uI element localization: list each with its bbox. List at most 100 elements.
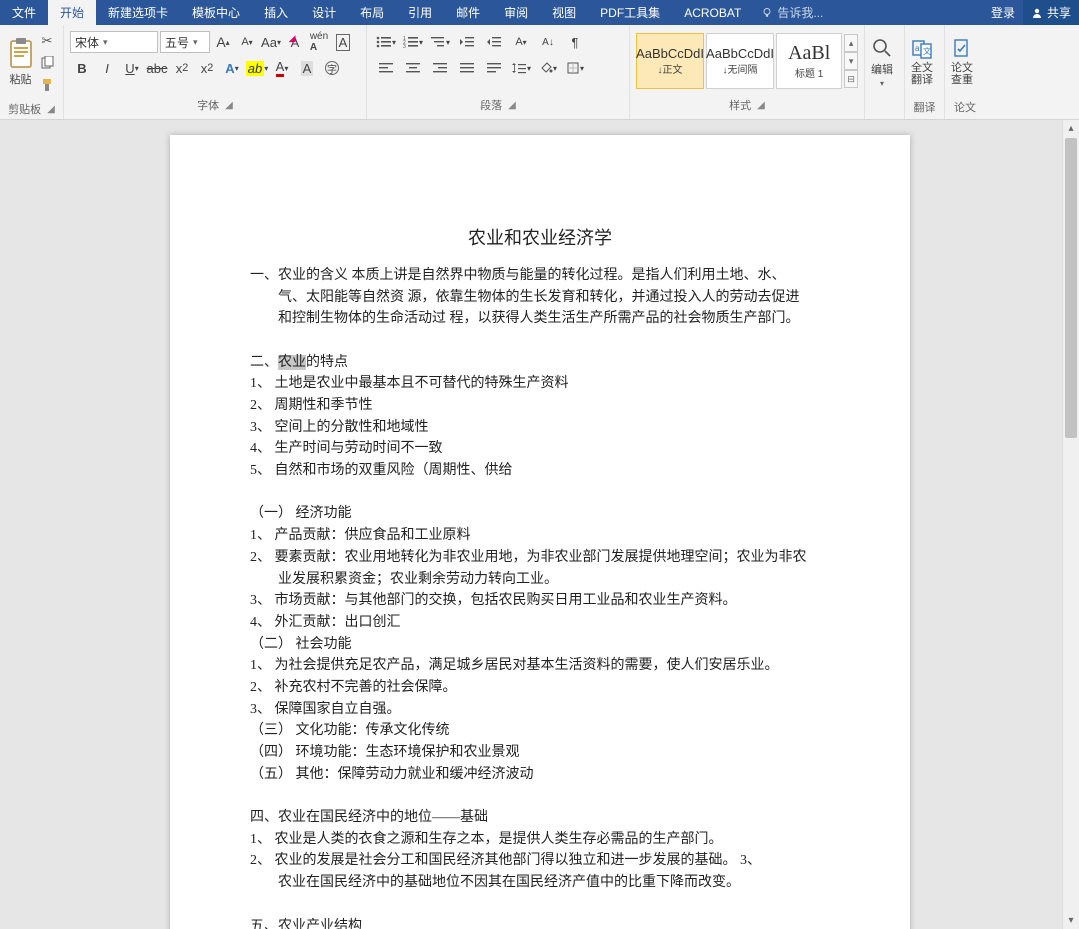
text-direction-button[interactable]: A▾ (508, 31, 534, 53)
superscript-button[interactable]: x2 (195, 57, 219, 79)
outdent-icon (459, 35, 475, 49)
font-size-combo[interactable]: 五号▾ (160, 31, 210, 53)
align-justify-button[interactable] (454, 57, 480, 79)
share-label: 共享 (1047, 4, 1071, 21)
char-shading-button[interactable]: A (295, 57, 319, 79)
clear-format-button[interactable]: A◢ (284, 31, 306, 53)
sort-button[interactable]: A↓ (535, 31, 561, 53)
scroll-thumb[interactable] (1065, 138, 1077, 438)
tell-me-search[interactable]: 告诉我... (753, 4, 831, 21)
numbering-button[interactable]: 123▾ (400, 31, 426, 53)
italic-button[interactable]: I (95, 57, 119, 79)
strike-button[interactable]: abc (145, 57, 169, 79)
font-name-combo[interactable]: 宋体▾ (70, 31, 158, 53)
align-right-button[interactable] (427, 57, 453, 79)
shrink-font-button[interactable]: A▾ (236, 31, 258, 53)
style-heading1[interactable]: AaBl 标题 1 (776, 33, 842, 89)
vertical-scrollbar[interactable]: ▴ ▾ (1062, 120, 1079, 929)
bullets-button[interactable]: ▾ (373, 31, 399, 53)
translate-btn-label: 全文 翻译 (911, 62, 933, 86)
doc-line: 4、 生产时间与劳动时间不一致 (250, 438, 830, 460)
share-button[interactable]: 共享 (1023, 0, 1079, 25)
tab-newtab[interactable]: 新建选项卡 (96, 0, 180, 25)
styles-expand-corner[interactable]: ◢ (757, 100, 765, 111)
doc-line: 四、农业在国民经济中的地位——基础 (250, 807, 830, 829)
menu-tabbar: 文件 开始 新建选项卡 模板中心 插入 设计 布局 引用 邮件 审阅 视图 PD… (0, 0, 1079, 25)
tab-layout[interactable]: 布局 (348, 0, 396, 25)
tab-references[interactable]: 引用 (396, 0, 444, 25)
doc-line: 1、 农业是人类的衣食之源和生存之本，是提供人类生存必需品的生产部门。 (250, 829, 830, 851)
copy-button[interactable] (37, 53, 57, 73)
style-name: ↓无间隔 (723, 61, 758, 76)
document-area[interactable]: 农业和农业经济学 一、农业的含义 本质上讲是自然界中物质与能量的转化过程。是指人… (0, 120, 1079, 929)
tab-design[interactable]: 设计 (300, 0, 348, 25)
styles-row-up[interactable]: ▴ (844, 34, 858, 52)
align-left-button[interactable] (373, 57, 399, 79)
scroll-up-button[interactable]: ▴ (1063, 120, 1079, 137)
font-expand[interactable]: ◢ (225, 100, 233, 111)
doc-line: 3、 市场贡献：与其他部门的交换，包括农民购买日用工业品和农业生产资料。 (250, 590, 830, 612)
styles-expand[interactable]: ⊟ (844, 70, 858, 88)
cut-button[interactable]: ✂ (37, 31, 57, 51)
indent-decrease-button[interactable] (454, 31, 480, 53)
clipboard-expand[interactable]: ◢ (47, 104, 55, 115)
phonetic-guide-button[interactable]: wénA (308, 31, 330, 53)
tab-acrobat[interactable]: ACROBAT (672, 0, 753, 25)
tab-view[interactable]: 视图 (540, 0, 588, 25)
indent-icon (486, 35, 502, 49)
borders-button[interactable]: ▾ (562, 57, 588, 79)
login-button[interactable]: 登录 (983, 0, 1023, 25)
tab-mail[interactable]: 邮件 (444, 0, 492, 25)
scroll-down-button[interactable]: ▾ (1063, 912, 1079, 929)
doc-line: 4、 外汇贡献：出口创汇 (250, 612, 830, 634)
shading-button[interactable]: ▾ (535, 57, 561, 79)
font-size-value: 五号 (165, 34, 189, 51)
multilevel-button[interactable]: ▾ (427, 31, 453, 53)
tab-insert[interactable]: 插入 (252, 0, 300, 25)
page[interactable]: 农业和农业经济学 一、农业的含义 本质上讲是自然界中物质与能量的转化过程。是指人… (170, 135, 910, 929)
char-border-button[interactable]: A (332, 31, 354, 53)
underline-button[interactable]: U▾ (120, 57, 144, 79)
thesis-check-button[interactable]: 论文 查重 (951, 31, 973, 93)
paragraph-expand[interactable]: ◢ (508, 100, 516, 111)
indent-increase-button[interactable] (481, 31, 507, 53)
doc-line: 1、 为社会提供充足农产品，满足城乡居民对基本生活资料的需要，使人们安居乐业。 (250, 655, 830, 677)
change-case-button[interactable]: Aa▾ (260, 31, 282, 53)
style-normal[interactable]: AaBbCcDdI ↓正文 (636, 33, 704, 89)
tab-templates[interactable]: 模板中心 (180, 0, 252, 25)
tab-file[interactable]: 文件 (0, 0, 48, 25)
svg-text:a: a (915, 44, 920, 53)
style-name: 标题 1 (795, 65, 823, 80)
subscript-button[interactable]: x2 (170, 57, 194, 79)
group-styles: AaBbCcDdI ↓正文 AaBbCcDdI ↓无间隔 AaBl 标题 1 ▴… (630, 25, 865, 119)
align-justify-icon (459, 61, 475, 75)
find-button[interactable]: 编辑 ▾ (871, 31, 893, 93)
doc-line: 和控制生物体的生命活动过 程，以获得人类生活生产所需产品的社会物质生产部门。 (250, 308, 830, 330)
grow-font-button[interactable]: A▴ (212, 31, 234, 53)
enclose-char-button[interactable]: 字 (320, 57, 344, 79)
styles-row-down[interactable]: ▾ (844, 52, 858, 70)
font-color-button[interactable]: A▾ (270, 57, 294, 79)
style-nospacing[interactable]: AaBbCcDdI ↓无间隔 (706, 33, 774, 89)
show-marks-button[interactable]: ¶ (562, 31, 588, 53)
text-effects-button[interactable]: A▾ (220, 57, 244, 79)
translate-button[interactable]: a文 全文 翻译 (911, 31, 933, 93)
group-font: 宋体▾ 五号▾ A▴ A▾ Aa▾ A◢ wénA A B I U▾ abc x… (64, 25, 367, 119)
doc-line: （二） 社会功能 (250, 634, 830, 656)
doc-line: 五、农业产业结构 (250, 916, 830, 929)
format-painter-button[interactable] (37, 75, 57, 95)
document-content[interactable]: 农业和农业经济学 一、农业的含义 本质上讲是自然界中物质与能量的转化过程。是指人… (250, 225, 830, 929)
tab-review[interactable]: 审阅 (492, 0, 540, 25)
align-distribute-button[interactable] (481, 57, 507, 79)
line-spacing-button[interactable]: ▾ (508, 57, 534, 79)
doc-line: 农业在国民经济中的基础地位不因其在国民经济产值中的比重下降而改变。 (250, 872, 830, 894)
svg-text:3: 3 (403, 44, 406, 49)
paste-button[interactable]: 粘贴 (6, 31, 35, 93)
borders-icon (566, 61, 580, 75)
align-center-button[interactable] (400, 57, 426, 79)
tab-pdftools[interactable]: PDF工具集 (588, 0, 672, 25)
tab-home[interactable]: 开始 (48, 0, 96, 25)
highlight-button[interactable]: ab▾ (245, 57, 269, 79)
doc-line: （一） 经济功能 (250, 503, 830, 525)
bold-button[interactable]: B (70, 57, 94, 79)
